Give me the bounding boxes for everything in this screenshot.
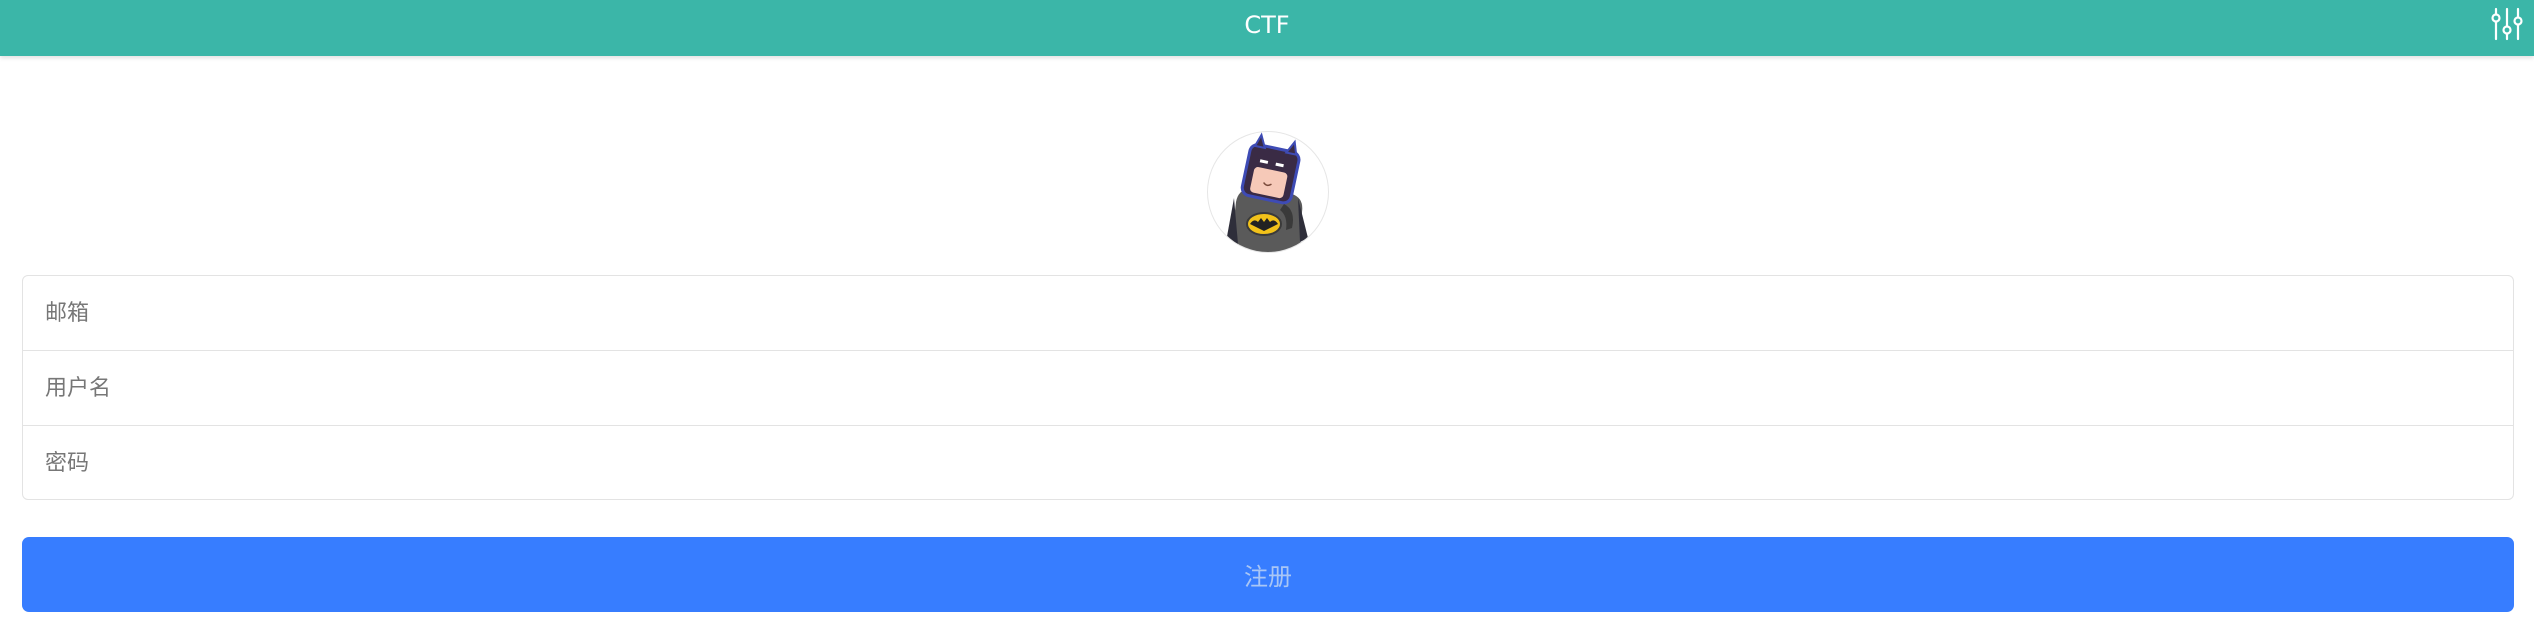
app-title: CTF xyxy=(1244,11,1290,39)
password-row xyxy=(23,426,2513,501)
register-form xyxy=(22,275,2514,501)
top-bar: CTF xyxy=(0,0,2534,56)
settings-button[interactable] xyxy=(2490,6,2524,42)
register-button[interactable]: 注册 xyxy=(22,537,2514,612)
batman-avatar-icon xyxy=(1226,132,1308,252)
email-field[interactable] xyxy=(23,276,2513,350)
username-row xyxy=(23,351,2513,426)
sliders-icon xyxy=(2491,7,2523,41)
avatar xyxy=(1207,131,1329,253)
email-row xyxy=(23,276,2513,351)
password-field[interactable] xyxy=(23,426,2513,501)
username-field[interactable] xyxy=(23,351,2513,425)
